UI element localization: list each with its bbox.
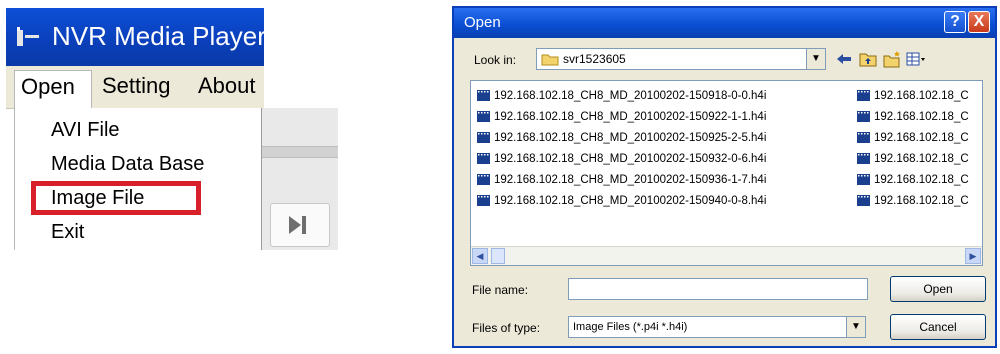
chevron-down-icon[interactable]: ▼ bbox=[806, 49, 825, 69]
scroll-right-icon[interactable]: ▶ bbox=[965, 248, 981, 264]
file-name-text: 192.168.102.18_CH8_MD_20100202-150936-1-… bbox=[494, 174, 767, 186]
file-list-item[interactable]: 192.168.102.18_C bbox=[857, 87, 969, 105]
file-name-text: 192.168.102.18_CH8_MD_20100202-150922-1-… bbox=[494, 111, 767, 123]
file-name-text: 192.168.102.18_CH8_MD_20100202-150932-0-… bbox=[494, 153, 767, 165]
file-list-item[interactable]: 192.168.102.18_C bbox=[857, 150, 969, 168]
file-list-item[interactable]: 192.168.102.18_C bbox=[857, 108, 969, 126]
video-file-icon bbox=[477, 195, 490, 207]
scroll-thumb[interactable] bbox=[491, 248, 505, 264]
file-list-item[interactable]: 192.168.102.18_CH8_MD_20100202-150932-0-… bbox=[477, 150, 766, 168]
file-list-item[interactable]: 192.168.102.18_C bbox=[857, 171, 969, 189]
menu-setting[interactable]: Setting bbox=[96, 70, 184, 102]
folder-icon bbox=[541, 54, 559, 66]
file-list-item[interactable]: 192.168.102.18_CH8_MD_20100202-150936-1-… bbox=[477, 171, 766, 189]
video-file-icon bbox=[857, 111, 870, 123]
video-file-icon bbox=[857, 153, 870, 165]
menu-open[interactable]: Open bbox=[14, 70, 92, 108]
video-file-icon bbox=[857, 90, 870, 102]
look-in-combo[interactable]: svr1523605 ▼ bbox=[536, 48, 826, 70]
dialog-title-bar: Open ? X bbox=[454, 8, 995, 38]
video-file-icon bbox=[477, 174, 490, 186]
file-list-item[interactable]: 192.168.102.18_CH8_MD_20100202-150922-1-… bbox=[477, 108, 766, 126]
open-menu-dropdown: AVI File Media Data Base Image File Exit bbox=[14, 108, 265, 250]
nvr-title-text: NVR Media Player bbox=[52, 21, 266, 51]
file-list-item[interactable]: 192.168.102.18_C bbox=[857, 192, 969, 210]
open-dialog: Open ? X Look in: svr1523605 ▼ 192.168.1… bbox=[452, 6, 997, 348]
file-name-text: 192.168.102.18_C bbox=[874, 195, 969, 207]
menu-item-avi-file[interactable]: AVI File bbox=[51, 116, 120, 144]
file-name-text: 192.168.102.18_CH8_MD_20100202-150940-0-… bbox=[494, 195, 767, 207]
files-of-type-select[interactable]: Image Files (*.p4i *.h4i) ▼ bbox=[568, 316, 866, 338]
player-panel bbox=[261, 108, 338, 250]
dialog-title: Open bbox=[464, 14, 501, 31]
nvr-media-player-window: NVR Media Player Open Setting About AVI … bbox=[6, 8, 338, 250]
video-file-icon bbox=[477, 90, 490, 102]
nvr-menubar: Open Setting About bbox=[6, 66, 264, 109]
back-arrow-icon[interactable] bbox=[834, 50, 854, 68]
file-name-text: 192.168.102.18_CH8_MD_20100202-150925-2-… bbox=[494, 132, 767, 144]
file-name-text: 192.168.102.18_CH8_MD_20100202-150918-0-… bbox=[494, 90, 767, 102]
files-of-type-value: Image Files (*.p4i *.h4i) bbox=[573, 321, 688, 333]
file-name-text: 192.168.102.18_C bbox=[874, 174, 969, 186]
file-name-label: File name: bbox=[472, 283, 529, 297]
highlight-box bbox=[31, 181, 201, 215]
file-list-item[interactable]: 192.168.102.18_CH8_MD_20100202-150918-0-… bbox=[477, 87, 766, 105]
look-in-value: svr1523605 bbox=[563, 52, 626, 66]
file-name-input[interactable] bbox=[568, 278, 868, 300]
new-folder-icon[interactable] bbox=[882, 50, 902, 68]
nvr-title-bar: NVR Media Player bbox=[6, 8, 266, 66]
file-name-text: 192.168.102.18_C bbox=[874, 153, 969, 165]
file-list-item[interactable]: 192.168.102.18_CH8_MD_20100202-150925-2-… bbox=[477, 129, 766, 147]
video-file-icon bbox=[477, 132, 490, 144]
cancel-button[interactable]: Cancel bbox=[890, 314, 986, 340]
file-name-text: 192.168.102.18_C bbox=[874, 90, 969, 102]
views-menu-icon[interactable] bbox=[906, 50, 926, 68]
next-frame-button[interactable] bbox=[270, 203, 330, 247]
file-name-text: 192.168.102.18_C bbox=[874, 111, 969, 123]
menu-about[interactable]: About bbox=[192, 70, 262, 102]
help-button[interactable]: ? bbox=[944, 11, 966, 33]
file-list-item[interactable]: 192.168.102.18_CH8_MD_20100202-150940-0-… bbox=[477, 192, 766, 210]
video-file-icon bbox=[857, 174, 870, 186]
look-in-label: Look in: bbox=[474, 53, 517, 67]
scroll-left-icon[interactable]: ◀ bbox=[472, 248, 488, 264]
player-divider bbox=[262, 146, 338, 158]
video-file-icon bbox=[477, 111, 490, 123]
app-icon bbox=[17, 27, 39, 46]
close-button[interactable]: X bbox=[968, 11, 990, 33]
video-file-icon bbox=[477, 153, 490, 165]
file-list[interactable]: 192.168.102.18_CH8_MD_20100202-150918-0-… bbox=[470, 80, 983, 266]
chevron-down-icon[interactable]: ▼ bbox=[846, 317, 865, 337]
menu-item-media-data-base[interactable]: Media Data Base bbox=[51, 150, 204, 178]
open-button[interactable]: Open bbox=[890, 276, 986, 302]
skip-next-icon bbox=[289, 216, 306, 234]
file-name-text: 192.168.102.18_C bbox=[874, 132, 969, 144]
up-folder-icon[interactable] bbox=[858, 50, 878, 68]
video-file-icon bbox=[857, 132, 870, 144]
menu-item-exit[interactable]: Exit bbox=[51, 218, 84, 246]
video-file-icon bbox=[857, 195, 870, 207]
file-list-item[interactable]: 192.168.102.18_C bbox=[857, 129, 969, 147]
files-of-type-label: Files of type: bbox=[472, 321, 541, 335]
horizontal-scrollbar[interactable]: ◀ ▶ bbox=[471, 246, 982, 265]
